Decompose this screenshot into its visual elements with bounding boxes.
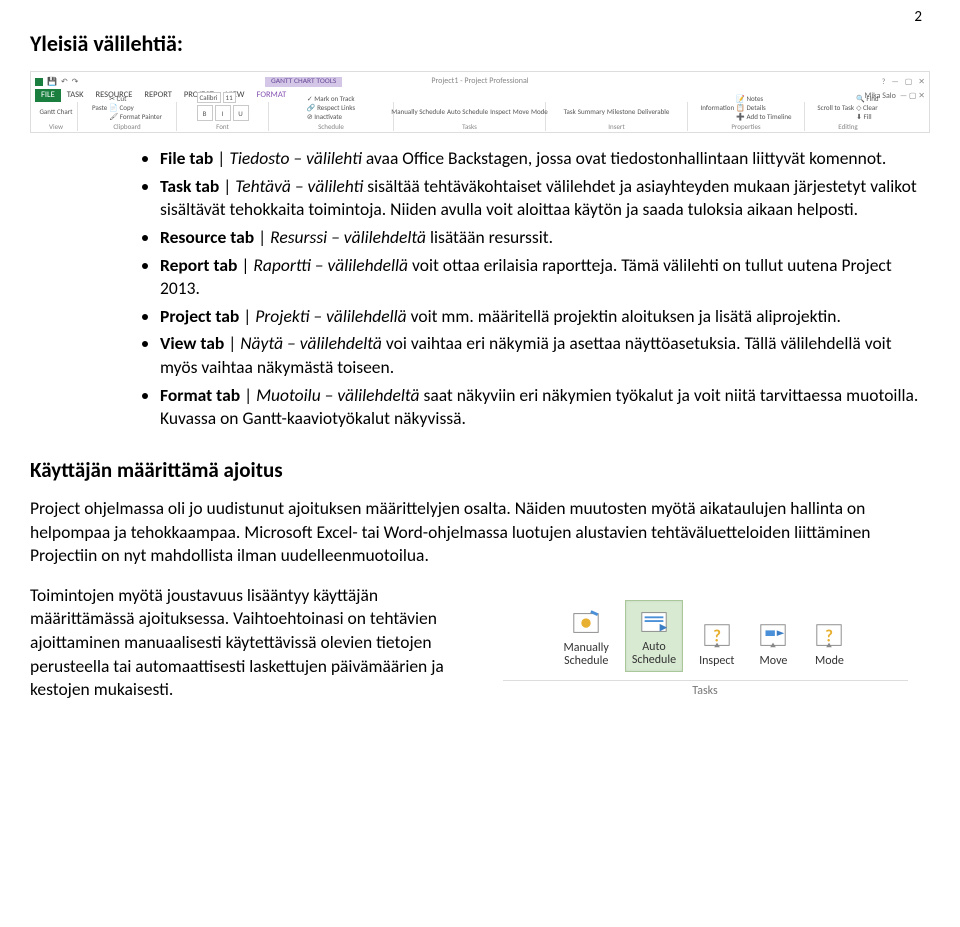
group-font-label: Font — [216, 121, 229, 131]
manual-schedule-button[interactable]: Manually Schedule — [391, 107, 445, 116]
list-item: Resource tab | Resurssi – välilehdeltä l… — [160, 226, 930, 250]
underline-button[interactable]: U — [233, 105, 249, 121]
close-icon[interactable]: ✕ — [918, 77, 925, 87]
redo-icon[interactable]: ↷ — [72, 77, 79, 87]
manual-icon — [569, 606, 603, 640]
heading-tabs: Yleisiä välilehtiä: — [30, 30, 930, 57]
clear-button[interactable]: ◇ Clear — [856, 103, 878, 112]
find-button[interactable]: 🔍 Find — [856, 94, 878, 103]
notes-button[interactable]: 📝 Notes — [736, 94, 791, 103]
move-icon — [756, 619, 790, 653]
task-inspect-button[interactable]: ? Inspect — [693, 615, 740, 672]
format-painter-button[interactable]: 🖌 Format Painter — [109, 112, 162, 121]
side-paragraph: Toimintojen myötä joustavuus lisääntyy k… — [30, 584, 450, 702]
respect-links-button[interactable]: 🔗 Respect Links — [307, 103, 355, 112]
list-item: Report tab | Raportti – välilehdellä voi… — [160, 254, 930, 301]
heading-scheduling: Käyttäjän määrittämä ajoitus — [30, 457, 930, 483]
intro-paragraph: Project ohjelmassa oli jo uudistunut ajo… — [30, 497, 930, 568]
tab-file[interactable]: FILE — [35, 89, 61, 102]
list-item: File tab | Tiedosto – välilehti avaa Off… — [160, 147, 930, 171]
group-properties-label: Properties — [731, 121, 760, 131]
information-button[interactable]: Information — [701, 103, 735, 112]
gantt-chart-button[interactable]: Gantt Chart — [40, 107, 73, 116]
task-button-label: Move — [760, 655, 788, 668]
italic-button[interactable]: I — [215, 105, 231, 121]
copy-button[interactable]: 📄 Copy — [109, 103, 162, 112]
ribbon-screenshot: Project1 - Project Professional 💾 ↶ ↷ GA… — [30, 71, 930, 133]
task-auto-button[interactable]: Auto Schedule — [625, 600, 683, 672]
task-button-label: Auto Schedule — [632, 641, 676, 667]
task-mode-button[interactable]: ? Mode — [806, 615, 852, 672]
scroll-to-task-button[interactable]: Scroll to Task — [817, 103, 854, 112]
tab-task[interactable]: TASK — [61, 89, 90, 102]
task-button-label: Mode — [815, 655, 844, 668]
task-move-button[interactable]: Move — [750, 615, 796, 672]
task-manual-button[interactable]: Manually Schedule — [558, 602, 615, 672]
group-insert-label: Insert — [608, 121, 624, 131]
tasks-group-label: Tasks — [503, 680, 908, 698]
auto-icon — [637, 605, 671, 639]
task-button-label: Manually Schedule — [564, 642, 609, 668]
group-view-label: View — [49, 121, 63, 131]
inspect-button[interactable]: Inspect — [490, 107, 511, 116]
quick-access-toolbar: 💾 ↶ ↷ — [35, 77, 85, 87]
bold-button[interactable]: B — [197, 105, 213, 121]
paste-button[interactable]: Paste — [92, 103, 107, 112]
mark-on-track-button[interactable]: ✓ Mark on Track — [307, 94, 355, 103]
tabs-bullet-list: File tab | Tiedosto – välilehti avaa Off… — [30, 147, 930, 431]
project-icon — [35, 78, 43, 86]
summary-button[interactable]: Summary — [578, 107, 605, 116]
mode-icon: ? — [812, 619, 846, 653]
milestone-button[interactable]: Milestone — [607, 107, 635, 116]
task-button[interactable]: Task — [564, 107, 576, 116]
help-icon[interactable]: ? — [882, 77, 886, 87]
move-button[interactable]: Move — [513, 107, 529, 116]
inactivate-button[interactable]: ⊘ Inactivate — [307, 112, 355, 121]
cut-button[interactable]: ✂ Cut — [109, 94, 162, 103]
page-number: 2 — [914, 8, 922, 26]
group-tasks-label: Tasks — [462, 121, 477, 131]
tasks-group-illustration: Manually Schedule Auto Schedule? Inspect Mo… — [480, 584, 930, 702]
details-button[interactable]: 📋 Details — [736, 103, 791, 112]
list-item: Task tab | Tehtävä – välilehti sisältää … — [160, 175, 930, 222]
maximize-icon[interactable]: ▢ — [905, 77, 913, 87]
font-size-select[interactable]: 11 — [223, 92, 236, 103]
font-name-select[interactable]: Calibri — [197, 92, 221, 103]
context-tool-label: GANTT CHART TOOLS — [265, 77, 342, 87]
minimize-icon[interactable]: — — [891, 77, 898, 87]
list-item: View tab | Näytä – välilehdeltä voi vaih… — [160, 332, 930, 379]
auto-schedule-button[interactable]: Auto Schedule — [447, 107, 488, 116]
fill-button[interactable]: ⬇ Fill — [856, 112, 878, 121]
task-button-label: Inspect — [699, 655, 734, 668]
list-item: Format tab | Muotoilu – välilehdeltä saa… — [160, 384, 930, 431]
add-timeline-button[interactable]: ➕ Add to Timeline — [736, 112, 791, 121]
deliverable-button[interactable]: Deliverable — [637, 107, 669, 116]
inspect-icon: ? — [700, 619, 734, 653]
tab-format[interactable]: FORMAT — [250, 89, 292, 102]
group-clipboard-label: Clipboard — [113, 121, 140, 131]
list-item: Project tab | Projekti – välilehdellä vo… — [160, 305, 930, 329]
undo-icon[interactable]: ↶ — [61, 77, 68, 87]
save-icon[interactable]: 💾 — [47, 77, 57, 87]
group-schedule-label: Schedule — [318, 121, 344, 131]
group-editing-label: Editing — [838, 121, 857, 131]
